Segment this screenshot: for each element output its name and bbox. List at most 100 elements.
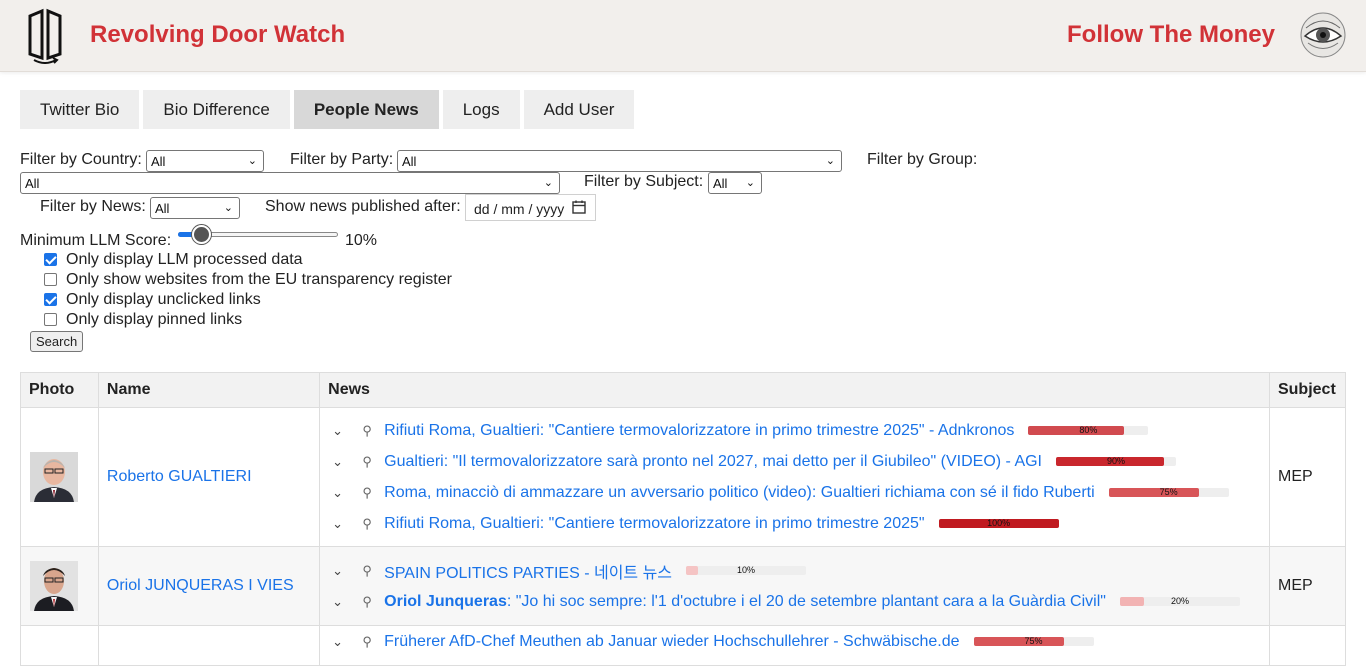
search-button[interactable]: Search	[30, 331, 84, 352]
news-item: ⌄ ⚲ SPAIN POLITICS PARTIES - 네이트 뉴스 10%	[328, 555, 1261, 586]
table-header-row: Photo Name News Subject	[20, 372, 1347, 408]
news-link[interactable]: SPAIN POLITICS PARTIES - 네이트 뉴스	[384, 559, 672, 583]
slider-thumb[interactable]	[192, 225, 211, 244]
chevron-down-icon: ⌄	[223, 202, 233, 214]
tab-add-user[interactable]: Add User	[523, 90, 635, 129]
site-title[interactable]: Revolving Door Watch	[90, 21, 345, 49]
pinned-links-checkbox[interactable]	[44, 313, 57, 326]
llm-score-bar: 20%	[1119, 596, 1240, 606]
expand-chevron-icon[interactable]: ⌄	[328, 594, 350, 610]
site-header: Revolving Door Watch Follow The Money	[0, 0, 1366, 72]
news-link[interactable]: Gualtieri: "Il termovalorizzatore sarà p…	[384, 453, 1042, 471]
column-header-news: News	[319, 372, 1270, 408]
tab-people-news[interactable]: People News	[293, 90, 439, 129]
expand-chevron-icon[interactable]: ⌄	[328, 454, 350, 470]
subject-filter-value: All	[713, 176, 728, 191]
pin-icon[interactable]: ⚲	[350, 563, 384, 579]
country-filter-select[interactable]: All ⌄	[146, 150, 264, 172]
photo-cell	[20, 625, 99, 666]
pinned-links-label: Only display pinned links	[66, 311, 243, 328]
llm-score-text: 75%	[1159, 487, 1178, 497]
expand-chevron-icon[interactable]: ⌄	[328, 423, 350, 439]
news-link[interactable]: Roma, minacciò di ammazzare un avversari…	[384, 484, 1095, 502]
llm-processed-label: Only display LLM processed data	[66, 251, 303, 268]
pin-icon[interactable]: ⚲	[350, 454, 384, 470]
news-cell: ⌄ ⚲ SPAIN POLITICS PARTIES - 네이트 뉴스 10% …	[319, 546, 1270, 626]
llm-score-text: 90%	[1106, 456, 1125, 466]
llm-score-bar: 75%	[973, 636, 1094, 646]
avatar	[30, 561, 78, 611]
news-filter-value: All	[155, 201, 170, 216]
pin-icon[interactable]: ⚲	[350, 634, 384, 650]
news-item: ⌄ ⚲ Roma, minacciò di ammazzare un avver…	[328, 477, 1261, 508]
avatar	[30, 452, 78, 502]
news-cell: ⌄ ⚲ Früherer AfD-Chef Meuthen ab Januar …	[319, 625, 1270, 666]
news-filter-select[interactable]: All ⌄	[150, 197, 240, 219]
person-name-cell: Oriol JUNQUERAS I VIES	[97, 546, 321, 626]
date-placeholder: dd / mm / yyyy	[474, 201, 565, 217]
subject-filter-select[interactable]: All ⌄	[708, 172, 762, 194]
tab-bar: Twitter Bio Bio Difference People News L…	[20, 90, 635, 129]
group-filter-value: All	[25, 176, 40, 191]
llm-processed-checkbox[interactable]	[44, 253, 57, 266]
table-row: Oriol JUNQUERAS I VIES ⌄ ⚲ SPAIN POLITIC…	[20, 546, 1347, 626]
expand-chevron-icon[interactable]: ⌄	[328, 563, 350, 579]
news-item: ⌄ ⚲ Rifiuti Roma, Gualtieri: "Cantiere t…	[328, 415, 1261, 446]
subject-cell: MEP	[1268, 546, 1347, 626]
chevron-down-icon: ⌄	[247, 155, 257, 167]
llm-score-text: 20%	[1170, 596, 1189, 606]
chevron-down-icon: ⌄	[745, 177, 755, 189]
pin-icon[interactable]: ⚲	[350, 516, 384, 532]
photo-cell	[20, 546, 99, 626]
published-after-date-input[interactable]: dd / mm / yyyy	[465, 194, 596, 221]
tab-bio-difference[interactable]: Bio Difference	[143, 90, 290, 129]
llm-score-text: 100%	[987, 518, 1011, 528]
news-item: ⌄ ⚲ Rifiuti Roma, Gualtieri: "Cantiere t…	[328, 508, 1261, 539]
party-filter-value: All	[402, 154, 417, 169]
llm-score-slider[interactable]	[178, 225, 338, 244]
subject-cell	[1268, 625, 1347, 666]
llm-score-text: 80%	[1079, 425, 1098, 435]
llm-score-label: Minimum LLM Score:	[20, 232, 172, 249]
person-name-cell: Roberto GUALTIERI	[97, 407, 321, 547]
pin-icon[interactable]: ⚲	[350, 594, 384, 610]
llm-score-value: 10%	[345, 232, 378, 249]
person-name-link[interactable]: Oriol JUNQUERAS I VIES	[107, 577, 294, 594]
news-link-bold: Oriol Junqueras	[384, 592, 507, 610]
llm-score-bar: 100%	[938, 518, 1059, 528]
party-filter-label: Filter by Party:	[290, 151, 394, 168]
unclicked-links-checkbox[interactable]	[44, 293, 57, 306]
expand-chevron-icon[interactable]: ⌄	[328, 516, 350, 532]
tab-logs[interactable]: Logs	[442, 90, 520, 129]
pin-icon[interactable]: ⚲	[350, 485, 384, 501]
photo-cell	[20, 407, 99, 547]
calendar-icon[interactable]	[571, 199, 587, 215]
tab-twitter-bio[interactable]: Twitter Bio	[20, 90, 140, 129]
person-name-link[interactable]: Roberto GUALTIERI	[107, 468, 252, 485]
news-link[interactable]: Oriol Junqueras: "Jo hi soc sempre: l'1 …	[384, 593, 1106, 611]
news-link[interactable]: Rifiuti Roma, Gualtieri: "Cantiere termo…	[384, 515, 924, 533]
follow-the-money-link[interactable]: Follow The Money	[1067, 21, 1275, 49]
unclicked-links-label: Only display unclicked links	[66, 291, 261, 308]
country-filter-label: Filter by Country:	[20, 151, 142, 168]
eye-logo-icon[interactable]	[1300, 12, 1346, 58]
news-item: ⌄ ⚲ Gualtieri: "Il termovalorizzatore sa…	[328, 446, 1261, 477]
column-header-subject: Subject	[1268, 372, 1347, 408]
pin-icon[interactable]: ⚲	[350, 423, 384, 439]
llm-score-bar: 75%	[1108, 487, 1229, 497]
chevron-down-icon: ⌄	[825, 155, 835, 167]
group-filter-select[interactable]: All ⌄	[20, 172, 560, 194]
expand-chevron-icon[interactable]: ⌄	[328, 634, 350, 650]
door-book-logo-icon[interactable]	[26, 8, 64, 64]
news-filter-label: Filter by News:	[40, 198, 146, 215]
llm-score-text: 75%	[1024, 636, 1043, 646]
expand-chevron-icon[interactable]: ⌄	[328, 485, 350, 501]
column-header-name: Name	[97, 372, 321, 408]
country-filter-value: All	[151, 154, 166, 169]
news-link[interactable]: Früherer AfD-Chef Meuthen ab Januar wied…	[384, 633, 959, 651]
party-filter-select[interactable]: All ⌄	[397, 150, 842, 172]
llm-score-bar: 10%	[686, 565, 807, 575]
eu-register-checkbox[interactable]	[44, 273, 57, 286]
news-link[interactable]: Rifiuti Roma, Gualtieri: "Cantiere termo…	[384, 422, 1014, 440]
news-item: ⌄ ⚲ Früherer AfD-Chef Meuthen ab Januar …	[328, 626, 1261, 657]
